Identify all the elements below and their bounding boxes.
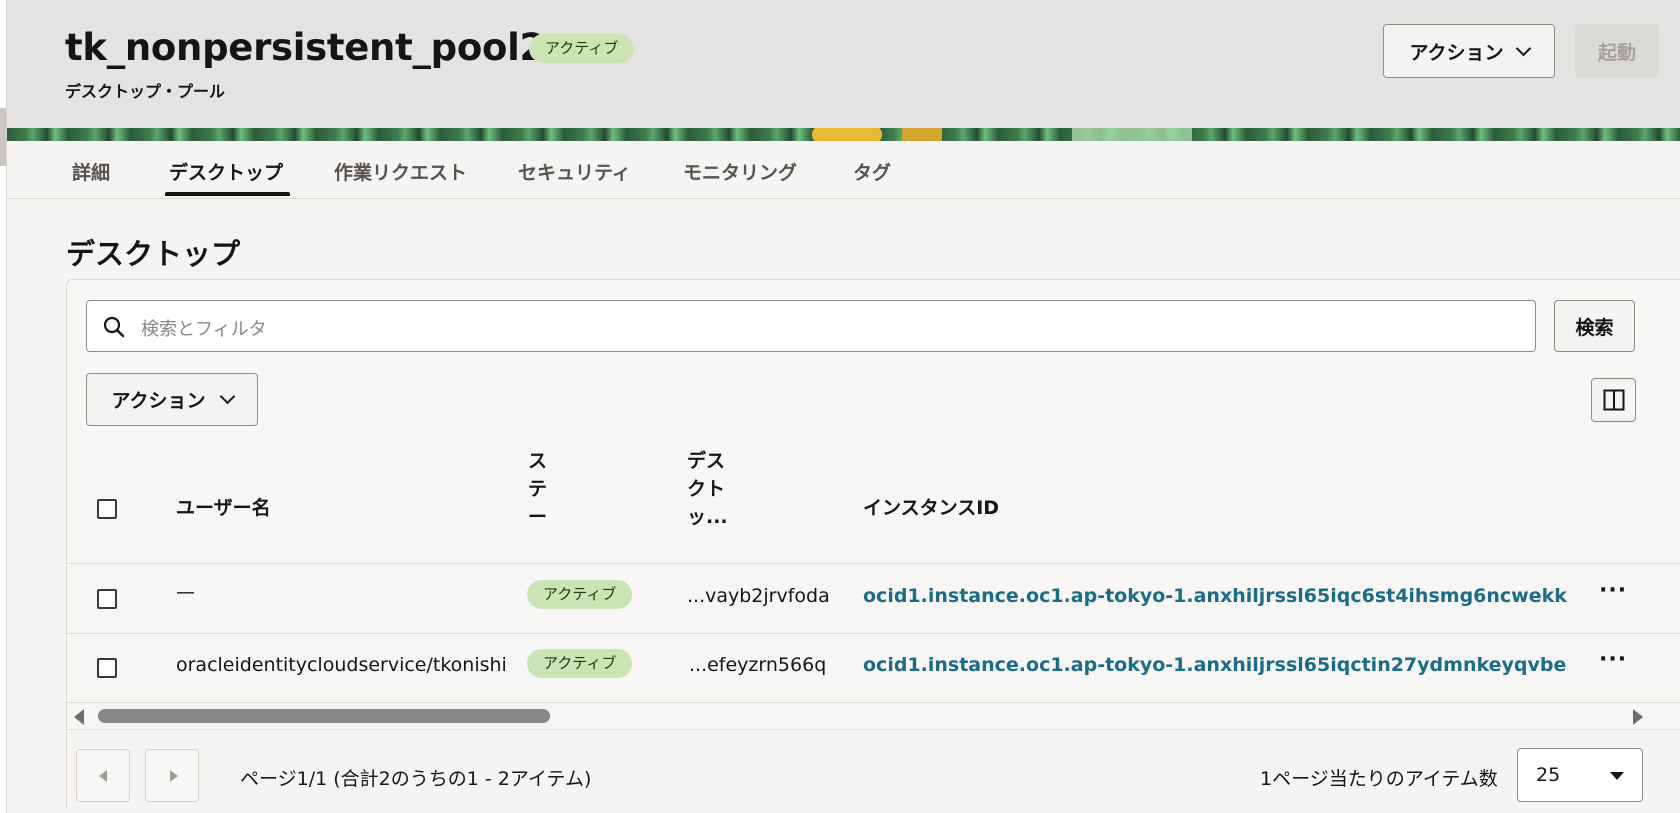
column-header-instance-id[interactable]: インスタンスID bbox=[863, 494, 999, 522]
chevron-right-icon bbox=[170, 770, 178, 782]
tab-security[interactable]: セキュリティ bbox=[518, 158, 631, 185]
status-badge: アクティブ bbox=[527, 649, 633, 678]
caret-down-icon bbox=[1610, 772, 1624, 780]
active-tab-indicator bbox=[165, 192, 290, 196]
start-button[interactable]: 起動 bbox=[1575, 24, 1659, 78]
tab-monitoring[interactable]: モニタリング bbox=[683, 158, 797, 185]
scroll-left-arrow-icon[interactable] bbox=[74, 709, 84, 725]
page-header: tk_nonpersistent_pool2 アクティブ デスクトップ・プール … bbox=[7, 0, 1680, 128]
tab-bar: 詳細 デスクトップ 作業リクエスト セキュリティ モニタリング タグ bbox=[7, 141, 1680, 199]
cell-desktop: ...efeyzrn566q bbox=[689, 654, 827, 676]
row-checkbox[interactable] bbox=[97, 658, 117, 678]
column-header-desktop[interactable]: デス クト ッ... bbox=[687, 447, 728, 531]
column-header-status-line: テ bbox=[528, 478, 548, 500]
tab-details[interactable]: 詳細 bbox=[72, 158, 110, 185]
column-header-desktop-line: クト bbox=[687, 478, 726, 500]
scroll-right-arrow-icon[interactable] bbox=[1633, 709, 1643, 725]
items-per-page-select[interactable]: 25 bbox=[1517, 748, 1643, 802]
search-button[interactable]: 検索 bbox=[1554, 300, 1635, 352]
status-badge: アクティブ bbox=[529, 34, 635, 63]
left-edge-handle[interactable] bbox=[0, 108, 6, 166]
items-per-page-value: 25 bbox=[1536, 764, 1561, 786]
table-row: oracleidentitycloudservice/tkonishi アクティ… bbox=[67, 634, 1680, 703]
horizontal-scrollbar[interactable] bbox=[67, 703, 1647, 729]
tab-tags[interactable]: タグ bbox=[853, 158, 891, 185]
scrollbar-thumb[interactable] bbox=[98, 709, 550, 723]
columns-icon bbox=[1603, 389, 1624, 411]
decorative-banner bbox=[7, 128, 1680, 141]
column-layout-button[interactable] bbox=[1591, 378, 1636, 422]
left-edge-strip bbox=[0, 0, 7, 813]
previous-page-button[interactable] bbox=[76, 749, 130, 802]
search-icon bbox=[103, 316, 125, 338]
header-actions-button[interactable]: アクション bbox=[1383, 24, 1555, 78]
chevron-down-icon bbox=[1515, 40, 1531, 56]
cell-username: — bbox=[176, 581, 195, 603]
column-header-status[interactable]: ス テ ー bbox=[528, 447, 547, 531]
instance-id-link[interactable]: ocid1.instance.oc1.ap-tokyo-1.anxhiljrss… bbox=[863, 585, 1568, 607]
tab-desktops[interactable]: デスクトップ bbox=[169, 158, 283, 185]
banner-shape bbox=[902, 128, 942, 141]
column-header-desktop-line: デス bbox=[687, 450, 726, 472]
table-actions-button[interactable]: アクション bbox=[86, 373, 258, 426]
banner-shape bbox=[812, 128, 882, 141]
table-row: — アクティブ ...vayb2jrvfoda ocid1.instance.o… bbox=[67, 565, 1680, 634]
table-actions-label: アクション bbox=[111, 390, 206, 412]
header-actions-label: アクション bbox=[1409, 41, 1504, 64]
chevron-down-icon bbox=[219, 388, 235, 405]
section-title: デスクトップ bbox=[66, 237, 241, 271]
instance-id-link[interactable]: ocid1.instance.oc1.ap-tokyo-1.anxhiljrss… bbox=[863, 654, 1568, 676]
items-per-page-label: 1ページ当たりのアイテム数 bbox=[1260, 768, 1498, 790]
status-badge: アクティブ bbox=[527, 580, 633, 609]
search-placeholder: 検索とフィルタ bbox=[141, 319, 267, 340]
cell-username: oracleidentitycloudservice/tkonishi bbox=[176, 654, 507, 676]
column-header-desktop-line: ッ... bbox=[687, 506, 728, 528]
column-header-status-line: ー bbox=[528, 506, 548, 528]
table-header-row: ユーザー名 ス テ ー デス クト ッ... インスタンスID bbox=[67, 450, 1680, 564]
search-input[interactable]: 検索とフィルタ bbox=[86, 300, 1536, 352]
next-page-button[interactable] bbox=[145, 749, 199, 802]
pagination-summary: ページ1/1 (合計2のうちの1 - 2アイテム) bbox=[240, 768, 592, 790]
row-checkbox[interactable] bbox=[97, 589, 117, 609]
page-subtitle: デスクトップ・プール bbox=[65, 82, 226, 101]
chevron-left-icon bbox=[99, 770, 107, 782]
banner-shape bbox=[1072, 128, 1192, 141]
column-header-username[interactable]: ユーザー名 bbox=[176, 494, 271, 522]
row-actions-menu[interactable]: ··· bbox=[1599, 647, 1627, 672]
select-all-checkbox[interactable] bbox=[97, 499, 117, 519]
page-title: tk_nonpersistent_pool2 bbox=[65, 26, 545, 69]
column-header-status-line: ス bbox=[528, 450, 548, 472]
row-actions-menu[interactable]: ··· bbox=[1599, 578, 1627, 603]
cell-desktop: ...vayb2jrvfoda bbox=[687, 585, 830, 607]
tab-work-requests[interactable]: 作業リクエスト bbox=[334, 158, 467, 185]
